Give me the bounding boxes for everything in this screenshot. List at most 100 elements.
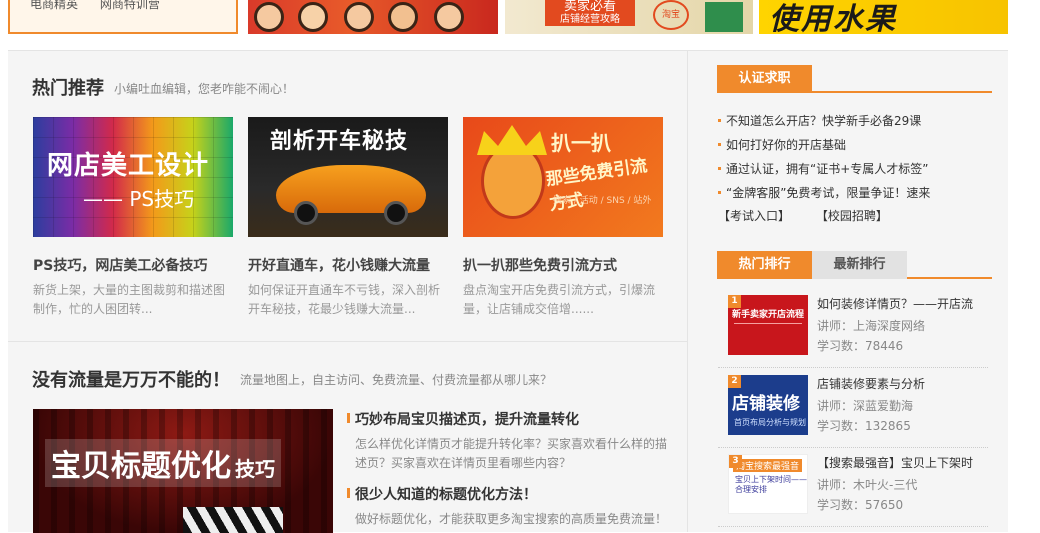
rank-count: 学习数：132865 [817, 417, 911, 434]
main-content-panel: 热门推荐 小编吐血编辑，您老咋能不闹心！ 网店美工设计 —— PS技巧 PS技巧… [8, 50, 688, 533]
hot-section-title: 热门推荐 [32, 78, 104, 99]
rank-title[interactable]: 如何装修详情页？——开店流 [817, 295, 989, 312]
article-title[interactable]: 很少人知道的标题优化方法！ [347, 484, 677, 504]
rank-item[interactable]: 2 店铺装修 首页布局分析与规划 店铺装修要素与分析 讲师：深蓝爱勤海 学习数：… [718, 369, 988, 448]
rank-title[interactable]: 【搜索最强音】宝贝上下架时 [817, 454, 989, 471]
cartoon-face-image [434, 2, 464, 32]
course-title[interactable]: 扒一扒那些免费引流方式 [463, 255, 663, 275]
lecturer-label: 讲师： [817, 478, 854, 492]
cartoon-face-image [344, 2, 374, 32]
rank-lecturer: 讲师：深蓝爱勤海 [817, 397, 913, 414]
rank-lecturer: 讲师：上海深度网络 [817, 317, 925, 334]
count-label: 学习数： [817, 419, 866, 433]
lecturer-name[interactable]: 木叶火-三代 [853, 478, 917, 492]
course-card[interactable]: 扒一扒 那些免费引流方式 搜索 / 活动 / SNS / 站外 扒一扒那些免费引… [463, 117, 663, 319]
featured-thumbnail-tag: 技巧 [235, 457, 275, 481]
course-description: 新货上架，大量的主图裁剪和描述图制作，忙的人困团转... [33, 283, 226, 316]
thumbnail-subheading: —— PS技巧 [83, 187, 195, 211]
cartoon-face-image [298, 2, 328, 32]
article-item[interactable]: 巧妙布局宝贝描述页，提升流量转化 怎么样优化详情页才能提升转化率？买家喜欢看什么… [347, 409, 677, 473]
article-item[interactable]: 很少人知道的标题优化方法！ 做好标题优化，才能获取更多淘宝搜索的高质量免费流量！ [347, 484, 677, 529]
promo-banner-yellow[interactable]: 使用水果 [759, 0, 1008, 34]
banner-headline: 使用水果 [769, 2, 897, 34]
course-thumbnail[interactable]: 扒一扒 那些免费引流方式 搜索 / 活动 / SNS / 站外 [463, 117, 663, 237]
top-banner-strip: 电商精英 网商特训营 卖家必看 店铺经营攻略 淘宝 使用水果 [0, 0, 1040, 50]
rank-lecturer: 讲师：木叶火-三代 [817, 476, 917, 493]
rank-thumbnail-text: 新手卖家开店流程 [731, 310, 804, 320]
count-value: 132865 [865, 419, 911, 433]
crown-icon [477, 125, 547, 155]
banner-tag-subtext: 店铺经营攻略 [560, 14, 620, 25]
rank-tab-header: 热门排行 最新排行 [717, 251, 992, 279]
exam-entry-link[interactable]: 【考试入口】 [718, 209, 790, 223]
featured-course-thumbnail[interactable]: 宝贝标题优化 技巧 [33, 409, 333, 533]
top-category-card[interactable]: 电商精英 网商特训营 [8, 0, 238, 34]
clapperboard-image [183, 507, 283, 533]
lecturer-label: 讲师： [817, 399, 854, 413]
rank-badge: 3 [729, 455, 742, 468]
course-title[interactable]: 开好直通车，花小钱赚大流量 [248, 255, 448, 275]
course-title[interactable]: PS技巧，网店美工必备技巧 [33, 255, 233, 275]
rank-badge: 1 [728, 295, 741, 308]
rank-thumbnail-subtext: 首页布局分析与规划 [734, 418, 806, 427]
traffic-section-subtitle: 流量地图上，自主访问、免费流量、付费流量都从哪儿来？ [240, 373, 553, 387]
rank-item[interactable]: 3 淘宝搜索最强音 宝贝上下架时间——合理安排 【搜索最强音】宝贝上下架时 讲师… [718, 448, 988, 527]
seller-must-read-tag: 卖家必看 店铺经营攻略 [545, 0, 635, 26]
promo-banner-faces[interactable] [248, 0, 498, 34]
rank-thumbnail-subtext: 宝贝上下架时间——合理安排 [735, 475, 807, 494]
cert-link-item[interactable]: 如何打好你的开店基础 [718, 133, 988, 157]
course-card[interactable]: 剖析开车秘技 开好直通车，花小钱赚大流量 如何保证开直通车不亏钱，深入剖析开车秘… [248, 117, 448, 319]
section-divider [8, 341, 687, 342]
featured-thumbnail-heading: 宝贝标题优化 [51, 449, 231, 484]
thumbnail-heading: 网店美工设计 [47, 151, 210, 181]
cert-link-item[interactable]: 不知道怎么开店？快学新手必备29课 [718, 109, 988, 133]
rank-thumbnail[interactable]: 3 淘宝搜索最强音 宝贝上下架时间——合理安排 [728, 454, 808, 514]
lecturer-name[interactable]: 上海深度网络 [853, 319, 925, 333]
book-image [705, 2, 743, 32]
rank-badge: 2 [728, 375, 741, 388]
featured-thumbnail-text: 宝贝标题优化 技巧 [45, 439, 281, 487]
course-description: 如何保证开直通车不亏钱，深入剖析开车秘技，花最少钱赚大流量... [248, 283, 441, 316]
count-value: 78446 [865, 339, 904, 353]
hot-section-subtitle: 小编吐血编辑，您老咋能不闹心！ [114, 82, 295, 96]
lecturer-label: 讲师： [817, 319, 854, 333]
cartoon-face-image [388, 2, 418, 32]
course-description: 盘点淘宝开店免费引流方式，引爆流量，让店铺成交倍增...... [463, 283, 656, 316]
rank-count: 学习数：78446 [817, 337, 903, 354]
cert-quick-links: 【考试入口】 【校园招聘】 [718, 207, 910, 224]
rank-title[interactable]: 店铺装修要素与分析 [817, 375, 989, 392]
sidebar-panel: 认证求职 不知道怎么开店？快学新手必备29课 如何打好你的开店基础 通过认证，拥… [688, 50, 1008, 532]
rank-item[interactable]: 1 新手卖家开店流程 如何装修详情页？——开店流 讲师：上海深度网络 学习数：7… [718, 289, 988, 368]
top-category-item[interactable]: 电商精英 [30, 0, 78, 11]
top-category-item[interactable]: 网商特训营 [100, 0, 160, 11]
campus-recruit-link[interactable]: 【校园招聘】 [816, 209, 888, 223]
cert-link-list: 不知道怎么开店？快学新手必备29课 如何打好你的开店基础 通过认证，拥有“证书+… [718, 109, 988, 205]
article-description: 做好标题优化，才能获取更多淘宝搜索的高质量免费流量！ [355, 512, 668, 526]
count-value: 57650 [865, 498, 904, 512]
rank-thumbnail[interactable]: 1 新手卖家开店流程 [728, 295, 808, 355]
course-thumbnail[interactable]: 网店美工设计 —— PS技巧 [33, 117, 233, 237]
traffic-section-title: 没有流量是万万不能的！ [32, 370, 230, 391]
banner-tag-text: 卖家必看 [563, 0, 616, 14]
count-label: 学习数： [817, 498, 866, 512]
thumbnail-heading: 扒一扒 [551, 131, 611, 155]
tab-cert-job[interactable]: 认证求职 [717, 65, 812, 93]
article-description: 怎么样优化详情页才能提升转化率？买家喜欢看什么样的描述页？买家喜欢在详情页里看哪… [355, 437, 668, 470]
thumbnail-caption: 搜索 / 活动 / SNS / 站外 [553, 196, 652, 206]
cert-link-item[interactable]: “金牌客服”免费考试，限量争证！速来 [718, 181, 988, 205]
rank-thumbnail[interactable]: 2 店铺装修 首页布局分析与规划 [728, 375, 808, 435]
promo-banner-seller[interactable]: 卖家必看 店铺经营攻略 淘宝 [505, 0, 753, 34]
course-thumbnail[interactable]: 剖析开车秘技 [248, 117, 448, 237]
article-title[interactable]: 巧妙布局宝贝描述页，提升流量转化 [347, 409, 677, 429]
count-label: 学习数： [817, 339, 866, 353]
taobao-seal-icon: 淘宝 [653, 0, 689, 30]
cartoon-face-image [254, 2, 284, 32]
thumbnail-heading: 剖析开车秘技 [270, 129, 409, 154]
course-card[interactable]: 网店美工设计 —— PS技巧 PS技巧，网店美工必备技巧 新货上架，大量的主图裁… [33, 117, 233, 319]
tab-new-rank[interactable]: 最新排行 [812, 251, 907, 279]
cert-link-item[interactable]: 通过认证，拥有“证书+专属人才标签” [718, 157, 988, 181]
tab-hot-rank[interactable]: 热门排行 [717, 251, 812, 279]
rank-thumbnail-text: 店铺装修 [732, 394, 800, 414]
lecturer-name[interactable]: 深蓝爱勤海 [853, 399, 913, 413]
cert-tab-header: 认证求职 [717, 65, 992, 93]
